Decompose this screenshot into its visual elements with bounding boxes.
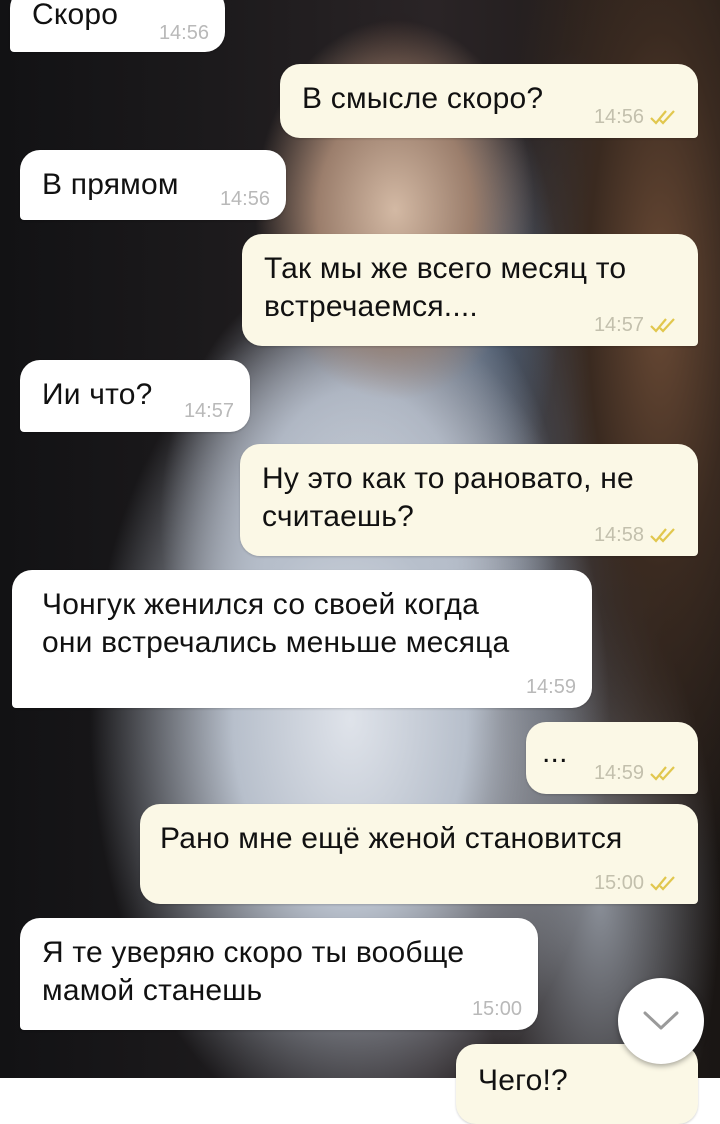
message-meta: 14:59	[594, 762, 682, 784]
message-outgoing[interactable]: Так мы же всего месяц то встречаемся....…	[242, 234, 698, 346]
message-time: 15:00	[593, 872, 644, 894]
message-meta: 14:56	[159, 22, 209, 44]
message-text: Ии что?	[42, 378, 153, 411]
message-time: 14:56	[593, 106, 644, 128]
message-incoming[interactable]: В прямом 14:56	[20, 150, 286, 220]
message-meta: 14:56	[594, 106, 682, 128]
message-text: Так мы же всего месяц то встречаемся....	[264, 252, 627, 323]
double-check-icon	[650, 766, 675, 781]
message-text: Ну это как то рановато, не считаешь?	[262, 462, 634, 533]
message-time: 15:00	[471, 998, 522, 1020]
message-text: Скоро	[32, 0, 119, 31]
message-text: В прямом	[42, 168, 179, 201]
double-check-icon	[650, 110, 675, 125]
message-meta: 15:00	[594, 872, 682, 894]
message-time: 14:57	[183, 400, 234, 422]
message-meta: 14:57	[184, 400, 234, 422]
message-text: Я те уверяю скоро ты вообще мамой станеш…	[42, 936, 465, 1007]
message-meta: 14:58	[594, 524, 682, 546]
message-text: Чего!?	[478, 1064, 568, 1097]
message-incoming[interactable]: Я те уверяю скоро ты вообще мамой станеш…	[20, 918, 538, 1030]
scroll-down-button[interactable]	[618, 978, 704, 1064]
message-outgoing[interactable]: ... 14:59	[526, 722, 698, 794]
message-incoming[interactable]: Ии что? 14:57	[20, 360, 250, 432]
message-incoming[interactable]: Скоро 14:56	[10, 0, 225, 52]
message-time: 14:59	[593, 762, 644, 784]
message-meta: 14:57	[594, 314, 682, 336]
double-check-icon	[650, 318, 675, 333]
message-text: ...	[542, 736, 568, 769]
double-check-icon	[650, 528, 675, 543]
message-text: В смысле скоро?	[302, 82, 544, 115]
message-meta: 14:59	[526, 676, 576, 698]
message-outgoing[interactable]: Ну это как то рановато, не считаешь? 14:…	[240, 444, 698, 556]
message-meta: 15:00	[472, 998, 522, 1020]
message-incoming[interactable]: Чонгук женился со своей когда они встреч…	[12, 570, 592, 708]
chevron-down-icon	[643, 1011, 679, 1030]
message-text: Чонгук женился со своей когда они встреч…	[42, 588, 510, 659]
message-time: 14:56	[219, 188, 270, 210]
message-text: Рано мне ещё женой становится	[160, 822, 623, 855]
message-time: 14:57	[593, 314, 644, 336]
message-time: 14:56	[158, 22, 209, 44]
message-outgoing[interactable]: В смысле скоро? 14:56	[280, 64, 698, 138]
double-check-icon	[650, 876, 675, 891]
message-time: 14:59	[525, 676, 576, 698]
message-time: 14:58	[593, 524, 644, 546]
message-meta: 14:56	[220, 188, 270, 210]
message-outgoing[interactable]: Рано мне ещё женой становится 15:00	[140, 804, 698, 904]
